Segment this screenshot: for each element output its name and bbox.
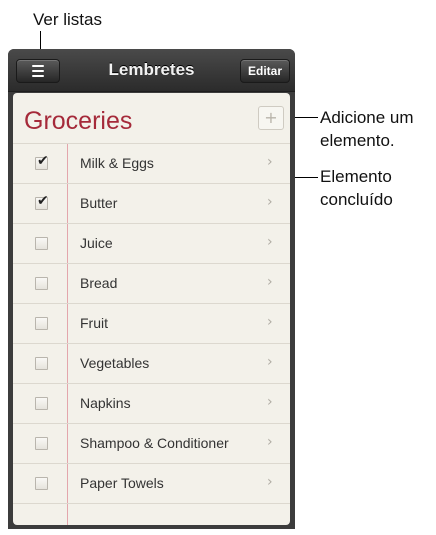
empty-row[interactable] xyxy=(13,503,290,529)
list-item[interactable]: ✔ Milk & Eggs › xyxy=(13,143,290,183)
list-item[interactable]: Paper Towels › xyxy=(13,463,290,503)
list-item[interactable]: Vegetables › xyxy=(13,343,290,383)
chevron-right-icon[interactable]: › xyxy=(267,434,273,450)
item-label: Vegetables xyxy=(80,355,150,371)
list-item[interactable]: Shampoo & Conditioner › xyxy=(13,423,290,463)
item-label: Napkins xyxy=(80,395,131,411)
view-lists-button[interactable] xyxy=(16,59,60,83)
item-label: Paper Towels xyxy=(80,475,164,491)
item-label: Milk & Eggs xyxy=(80,155,154,171)
callout-done-item-2: concluído xyxy=(320,190,393,209)
item-label: Fruit xyxy=(80,315,108,331)
item-label: Bread xyxy=(80,275,118,291)
checkmark-icon: ✔ xyxy=(37,193,49,209)
nav-title: Lembretes xyxy=(108,60,195,79)
list-paper: Groceries + ✔ Milk & Eggs › ✔ Butter › Juice › B… xyxy=(13,93,290,525)
checkbox[interactable] xyxy=(35,237,48,250)
checkbox[interactable] xyxy=(35,317,48,330)
reminder-list: ✔ Milk & Eggs › ✔ Butter › Juice › Bread › Fruit › V… xyxy=(13,143,290,529)
chevron-right-icon[interactable]: › xyxy=(267,474,273,490)
list-item[interactable]: Bread › xyxy=(13,263,290,303)
navigation-bar: Lembretes Editar xyxy=(8,49,295,92)
list-title: Groceries xyxy=(24,107,133,135)
checkbox[interactable] xyxy=(35,437,48,450)
edit-button[interactable]: Editar xyxy=(240,59,290,83)
list-item[interactable]: Napkins › xyxy=(13,383,290,423)
item-label: Butter xyxy=(80,195,118,211)
checkbox[interactable] xyxy=(35,477,48,490)
checkbox[interactable]: ✔ xyxy=(35,193,49,210)
callout-add-item-2: elemento. xyxy=(320,131,395,150)
checkbox[interactable] xyxy=(35,397,48,410)
chevron-right-icon[interactable]: › xyxy=(267,394,273,410)
chevron-right-icon[interactable]: › xyxy=(267,354,273,370)
chevron-right-icon[interactable]: › xyxy=(267,274,273,290)
chevron-right-icon[interactable]: › xyxy=(267,234,273,250)
add-item-button[interactable]: + xyxy=(258,106,284,130)
chevron-right-icon[interactable]: › xyxy=(267,314,273,330)
callout-add-item-1: Adicione um xyxy=(320,108,414,127)
item-label: Shampoo & Conditioner xyxy=(80,435,229,451)
reminders-screen: Lembretes Editar Groceries + ✔ Milk & Egg… xyxy=(8,49,295,529)
checkbox[interactable] xyxy=(35,357,48,370)
chevron-right-icon[interactable]: › xyxy=(267,194,273,210)
checkbox[interactable] xyxy=(35,277,48,290)
hamburger-icon xyxy=(32,65,44,77)
callout-view-lists: Ver listas xyxy=(33,10,102,29)
list-item[interactable]: ✔ Butter › xyxy=(13,183,290,223)
callout-done-item-1: Elemento xyxy=(320,167,392,186)
checkmark-icon: ✔ xyxy=(37,153,49,169)
list-item[interactable]: Juice › xyxy=(13,223,290,263)
checkbox[interactable]: ✔ xyxy=(35,153,49,170)
item-label: Juice xyxy=(80,235,113,251)
list-item[interactable]: Fruit › xyxy=(13,303,290,343)
chevron-right-icon[interactable]: › xyxy=(267,154,273,170)
